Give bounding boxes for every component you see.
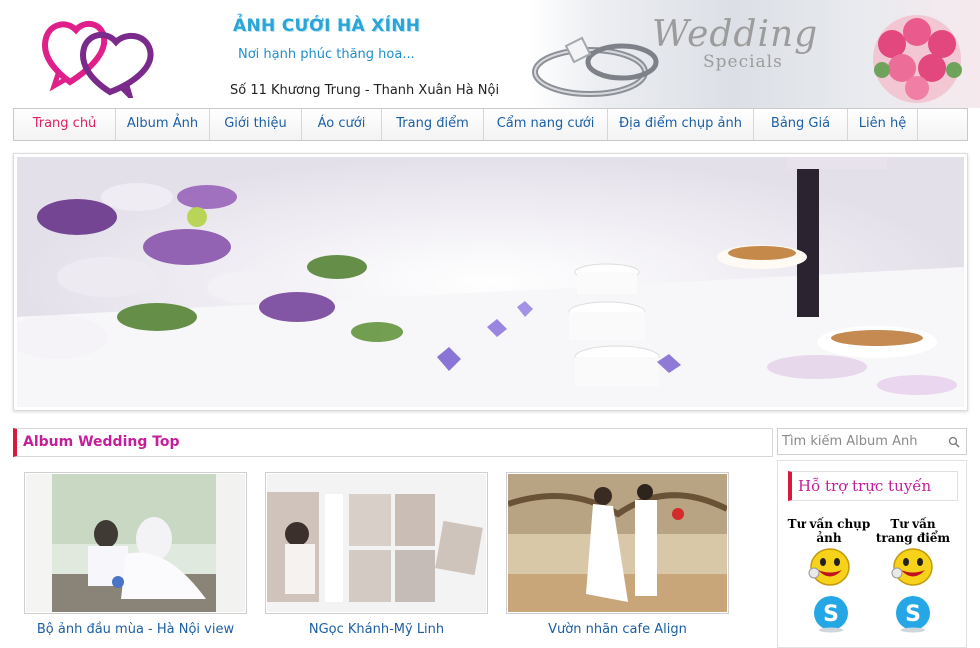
yahoo-messenger-icon[interactable]	[891, 547, 935, 587]
online-support-box: Hỗ trợ trực tuyến Tư vấn chụp ảnh Tư vấn…	[777, 460, 967, 648]
nav-item-photo-locations[interactable]: Địa điểm chụp ảnh	[608, 109, 754, 140]
site-slogan: Nơi hạnh phúc thăng hoa...	[238, 47, 415, 62]
nav-item-pricing[interactable]: Bảng Giá	[754, 109, 848, 140]
album-caption[interactable]: Vườn nhãn cafe Align	[506, 622, 729, 637]
album-thumbnail[interactable]	[24, 472, 247, 614]
nav-item-dresses[interactable]: Áo cưới	[302, 109, 382, 140]
album-section-header: Album Wedding Top	[13, 428, 773, 457]
support-label: Tư vấn chụp ảnh	[787, 517, 871, 545]
main-nav: Trang chủ Album Ảnh Giới thiệu Áo cưới T…	[13, 108, 968, 141]
rose-bouquet-icon	[873, 15, 962, 103]
banner-wedding-text: Wedding	[652, 14, 819, 55]
banner-specials-text: Specials	[703, 52, 783, 72]
wedding-rings-icon	[532, 36, 659, 97]
svg-text:S: S	[905, 602, 921, 627]
support-label: Tư vấn trang điểm	[875, 517, 951, 545]
support-title: Hỗ trợ trực tuyến	[798, 477, 932, 495]
hero-slider[interactable]	[13, 153, 968, 411]
yahoo-messenger-icon[interactable]	[808, 547, 852, 587]
support-header: Hỗ trợ trực tuyến	[788, 471, 958, 501]
site-title: ẢNH CƯỚI HÀ XÍNH	[233, 16, 421, 36]
svg-text:S: S	[823, 602, 839, 627]
site-header: ẢNH CƯỚI HÀ XÍNH Nơi hạnh phúc thăng hoa…	[0, 0, 980, 108]
hearts-logo[interactable]	[40, 12, 160, 98]
site-address: Số 11 Khương Trung - Thanh Xuân Hà Nội	[230, 83, 500, 98]
nav-item-contact[interactable]: Liên hệ	[848, 109, 918, 140]
album-search	[777, 428, 967, 455]
album-card[interactable]: Vườn nhãn cafe Align	[506, 472, 729, 637]
skype-icon[interactable]: S	[811, 593, 851, 633]
album-thumbnail[interactable]	[265, 472, 488, 614]
album-card[interactable]: NGọc Khánh-Mỹ Linh	[265, 472, 488, 637]
album-card[interactable]: Bộ ảnh đầu mùa - Hà Nội view	[24, 472, 247, 637]
album-thumbnail[interactable]	[506, 472, 729, 614]
nav-item-about[interactable]: Giới thiệu	[210, 109, 302, 140]
nav-item-albums[interactable]: Album Ảnh	[116, 109, 210, 140]
skype-icon[interactable]: S	[893, 593, 933, 633]
album-section-title: Album Wedding Top	[23, 434, 180, 450]
search-icon[interactable]	[948, 436, 960, 448]
hero-image	[17, 157, 964, 407]
nav-item-wedding-guide[interactable]: Cẩm nang cưới	[484, 109, 608, 140]
nav-item-home[interactable]: Trang chủ	[14, 109, 116, 140]
search-input[interactable]	[778, 429, 938, 454]
album-caption[interactable]: Bộ ảnh đầu mùa - Hà Nội view	[24, 622, 247, 637]
album-caption[interactable]: NGọc Khánh-Mỹ Linh	[265, 622, 488, 637]
nav-item-makeup[interactable]: Trang điểm	[382, 109, 484, 140]
